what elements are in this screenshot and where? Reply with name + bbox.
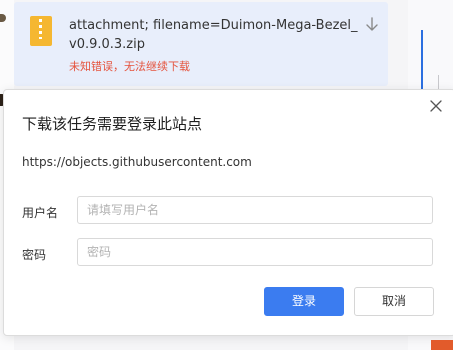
username-input[interactable] xyxy=(77,196,433,224)
site-url: https://objects.githubusercontent.com xyxy=(22,155,252,169)
download-filename: attachment; filename=Duimon-Mega-Bezel_v… xyxy=(69,18,358,52)
scrollbar-thumb[interactable] xyxy=(421,30,423,90)
login-button[interactable]: 登录 xyxy=(264,287,344,316)
password-label: 密码 xyxy=(22,248,47,262)
download-error-status: 未知错误，无法继续下载 xyxy=(69,60,190,73)
download-item[interactable]: attachment; filename=Duimon-Mega-Bezel_v… xyxy=(14,2,388,86)
download-arrow-icon[interactable] xyxy=(363,16,381,34)
dialog-title: 下载该任务需要登录此站点 xyxy=(22,115,203,133)
zip-file-icon xyxy=(30,16,52,46)
username-label: 用户名 xyxy=(22,206,59,220)
close-icon[interactable] xyxy=(429,99,443,113)
password-input[interactable] xyxy=(77,238,433,266)
login-dialog: 下载该任务需要登录此站点 https://objects.githubuserc… xyxy=(3,89,453,336)
cancel-button[interactable]: 取消 xyxy=(354,287,434,316)
watermark-logo xyxy=(431,340,453,350)
